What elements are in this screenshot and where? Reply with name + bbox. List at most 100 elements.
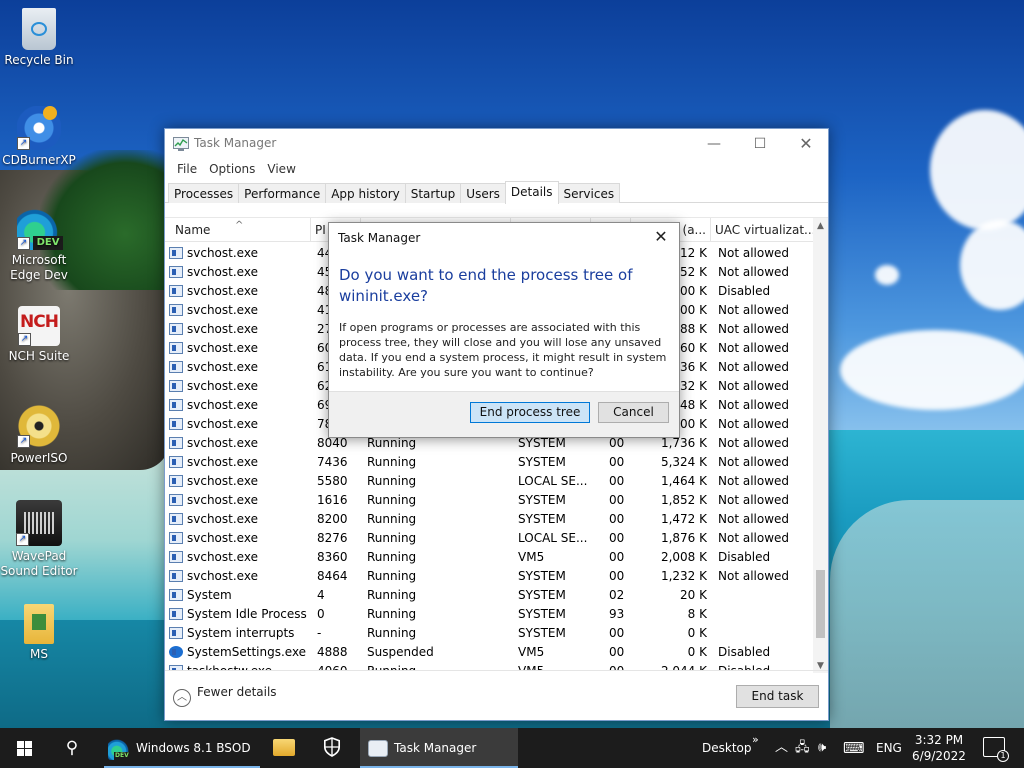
table-row[interactable]: svchost.exe 8464 Running SYSTEM 00 1,232 K Not… xyxy=(165,567,813,586)
input-language-indicator[interactable]: ENG xyxy=(876,728,902,768)
process-cpu-text: 00 xyxy=(609,569,625,583)
tab-app-history[interactable]: App history xyxy=(325,183,406,203)
desktop-icon-edge-dev[interactable]: DEV ↗ Microsoft Edge Dev xyxy=(0,206,78,283)
process-cpu-text: 00 xyxy=(609,493,625,507)
scroll-thumb[interactable] xyxy=(816,570,825,638)
column-header-uac[interactable]: UAC virtualizat... xyxy=(711,218,813,242)
end-task-button[interactable]: End task xyxy=(736,685,819,708)
keyboard-icon[interactable]: ⌨ xyxy=(843,728,865,768)
dev-badge: DEV xyxy=(33,236,63,250)
process-memory-text: 00 K xyxy=(680,284,707,298)
process-pid: 4060 xyxy=(317,662,363,670)
process-window-icon xyxy=(169,399,183,411)
maximize-button[interactable]: ☐ xyxy=(737,129,783,159)
process-window-icon xyxy=(169,380,183,392)
process-cpu-text: 00 xyxy=(609,455,625,469)
taskbar-app-task-manager[interactable]: Task Manager xyxy=(360,728,518,768)
desktop-icon-wavepad[interactable]: ↗ WavePad Sound Editor xyxy=(0,500,78,579)
process-window-icon xyxy=(169,361,183,373)
desktop-icon-label: MS xyxy=(30,647,48,661)
process-pid: 4 xyxy=(317,586,363,605)
taskbar-app-edge-dev[interactable]: DEV Windows 8.1 BSOD ... xyxy=(104,728,260,768)
volume-icon[interactable]: 🕪 xyxy=(818,728,826,768)
menu-file[interactable]: File xyxy=(171,159,203,179)
process-memory-text: 1,876 K xyxy=(660,531,707,545)
table-row[interactable]: SystemSettings.exe 4888 Suspended VM5 00 0 K D… xyxy=(165,643,813,662)
process-uac-text: Not allowed xyxy=(718,322,790,336)
taskbar-file-explorer[interactable] xyxy=(262,728,306,768)
search-icon[interactable]: ⚲ xyxy=(48,728,96,768)
desktop-icon-poweriso[interactable]: ↗ PowerISO xyxy=(0,404,78,466)
process-name-text: svchost.exe xyxy=(187,379,258,393)
tab-details[interactable]: Details xyxy=(504,181,559,204)
desktop-icon-recycle-bin[interactable]: Recycle Bin xyxy=(0,8,78,68)
start-button[interactable] xyxy=(0,728,48,768)
end-process-tree-dialog: Task Manager ✕ Do you want to end the pr… xyxy=(328,222,680,438)
notification-count-badge: 1 xyxy=(997,750,1009,762)
process-memory: 0 K xyxy=(633,643,707,662)
taskbar-security[interactable] xyxy=(310,728,356,768)
tab-processes[interactable]: Processes xyxy=(168,183,240,203)
table-row[interactable]: svchost.exe 1616 Running SYSTEM 00 1,852 K Not… xyxy=(165,491,813,510)
toolbar-expand-icon[interactable]: » xyxy=(752,728,759,768)
tab-services[interactable]: Services xyxy=(557,183,621,203)
process-uac: Not allowed xyxy=(718,453,813,472)
process-memory-text: 88 K xyxy=(680,322,707,336)
desktop-icon-cdburnerxp[interactable]: ↗ CDBurnerXP xyxy=(0,106,78,168)
process-name: svchost.exe xyxy=(169,339,309,358)
process-memory-text: 00 K xyxy=(680,303,707,317)
process-uac: Not allowed xyxy=(718,415,813,434)
desktop-icon-ms-folder[interactable]: MS xyxy=(0,604,78,662)
dev-badge: DEV xyxy=(114,751,130,760)
process-name-text: svchost.exe xyxy=(187,322,258,336)
show-hidden-icons-chevron-icon[interactable]: ︿ xyxy=(775,728,788,768)
tab-performance[interactable]: Performance xyxy=(238,183,327,203)
process-uac: Not allowed xyxy=(718,244,813,263)
task-manager-icon xyxy=(368,740,388,757)
tab-startup[interactable]: Startup xyxy=(404,183,462,203)
process-window-icon xyxy=(169,323,183,335)
minimize-button[interactable]: — xyxy=(691,129,737,159)
process-pid-text: 4 xyxy=(317,588,325,602)
notification-center-icon[interactable]: 1 xyxy=(983,737,1009,762)
task-manager-titlebar[interactable]: Task Manager — ☐ ✕ xyxy=(165,129,828,159)
process-user-text: SYSTEM xyxy=(518,512,566,526)
table-row[interactable]: System 4 Running SYSTEM 02 20 K xyxy=(165,586,813,605)
process-memory: 1,876 K xyxy=(633,529,707,548)
process-window-icon xyxy=(169,285,183,297)
process-name: svchost.exe xyxy=(169,472,309,491)
scroll-up-arrow-icon[interactable]: ▲ xyxy=(813,219,828,233)
table-row[interactable]: svchost.exe 8200 Running SYSTEM 00 1,472 K Not… xyxy=(165,510,813,529)
column-header-name[interactable]: ^ Name xyxy=(165,218,311,242)
process-cpu-text: 00 xyxy=(609,531,625,545)
network-icon[interactable]: 🖧 xyxy=(795,728,810,768)
table-row[interactable]: svchost.exe 8276 Running LOCAL SE... 00 1,876… xyxy=(165,529,813,548)
column-header-label: Name xyxy=(175,223,211,237)
menu-options[interactable]: Options xyxy=(203,159,261,179)
desktop-icon-nch-suite[interactable]: NCH ↗ NCH Suite xyxy=(0,306,78,364)
table-row[interactable]: System interrupts - Running SYSTEM 00 0 K xyxy=(165,624,813,643)
dialog-close-icon[interactable]: ✕ xyxy=(651,227,671,247)
cancel-button[interactable]: Cancel xyxy=(598,402,669,423)
table-row[interactable]: svchost.exe 8360 Running VM5 00 2,008 K Disabl… xyxy=(165,548,813,567)
end-process-tree-button[interactable]: End process tree xyxy=(470,402,590,423)
process-name-text: svchost.exe xyxy=(187,246,258,260)
table-row[interactable]: svchost.exe 7436 Running SYSTEM 00 5,324 K Not… xyxy=(165,453,813,472)
process-name: svchost.exe xyxy=(169,263,309,282)
process-uac: Not allowed xyxy=(718,301,813,320)
fewer-details-button[interactable]: ︿ Fewer details xyxy=(173,685,277,707)
process-name: svchost.exe xyxy=(169,510,309,529)
menu-view[interactable]: View xyxy=(261,159,301,179)
process-uac: Not allowed xyxy=(718,491,813,510)
table-row[interactable]: System Idle Process 0 Running SYSTEM 93 8 K xyxy=(165,605,813,624)
table-row[interactable]: taskhostw.exe4060RunningVM5002,044 KDisa… xyxy=(165,662,813,670)
system-clock[interactable]: 3:32 PM 6/9/2022 xyxy=(907,732,971,764)
desktop-toolbar-label[interactable]: Desktop xyxy=(702,728,752,768)
vertical-scrollbar[interactable]: ▲ ▼ xyxy=(813,218,828,673)
close-button[interactable]: ✕ xyxy=(783,129,829,159)
table-row[interactable]: svchost.exe 5580 Running LOCAL SE... 00 1,464… xyxy=(165,472,813,491)
process-pid-text: 8200 xyxy=(317,512,348,526)
tab-users[interactable]: Users xyxy=(460,183,506,203)
process-user-text: SYSTEM xyxy=(518,607,566,621)
process-name: System interrupts xyxy=(169,624,309,643)
